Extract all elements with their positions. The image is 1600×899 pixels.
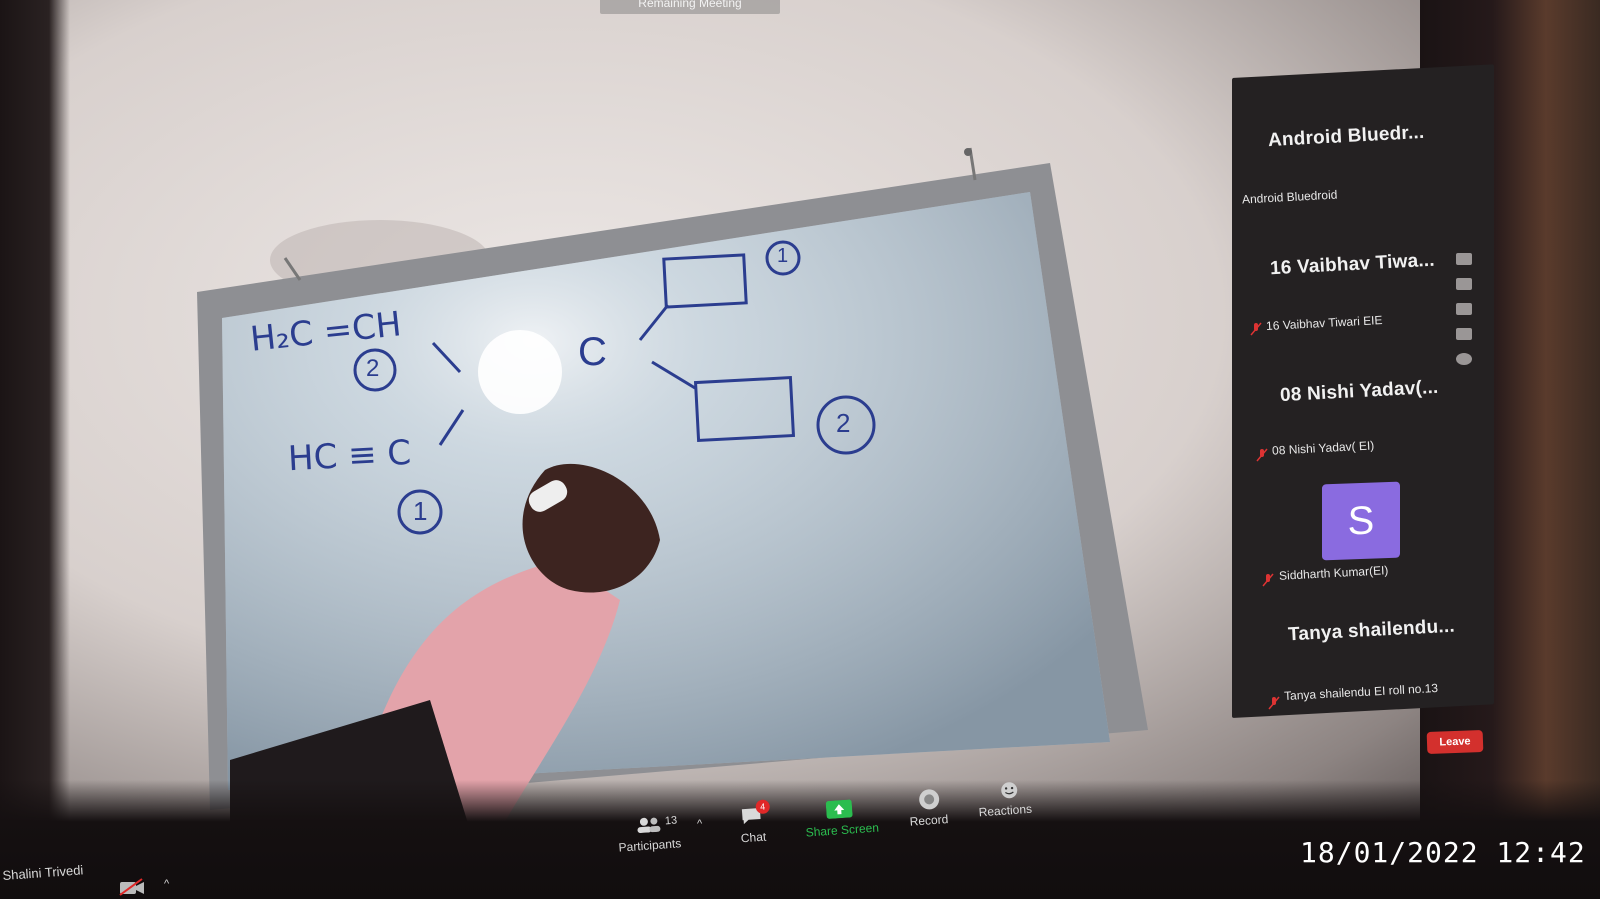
record-icon: [919, 789, 940, 810]
reactions-button[interactable]: Reactions: [976, 774, 1049, 829]
chat-label: Chat: [740, 829, 767, 846]
chat-badge: 4: [755, 799, 771, 815]
participants-label: Participants: [618, 836, 682, 855]
hand-icon[interactable]: [1456, 253, 1472, 265]
share-screen-button[interactable]: Share Screen: [801, 793, 884, 848]
reactions-icon: [1001, 782, 1018, 799]
image-icon[interactable]: [1456, 328, 1472, 340]
box-1-number: 1: [777, 245, 789, 267]
participants-button[interactable]: 13 Participants: [614, 809, 697, 864]
mic-muted-icon: [1262, 573, 1274, 587]
equation-bottom-number: 1: [413, 496, 428, 526]
avatar-siddharth: S: [1322, 481, 1400, 561]
equation-bottom: HC ≡ C: [287, 432, 413, 480]
mic-muted-icon: [1268, 696, 1280, 710]
mic-muted-icon: [1250, 322, 1262, 336]
share-screen-label: Share Screen: [805, 820, 880, 840]
participants-count: 13: [664, 814, 678, 828]
reactions-label: Reactions: [978, 801, 1033, 820]
record-label: Record: [909, 812, 949, 829]
mic-muted-icon: [1256, 448, 1268, 462]
box-2-number: 2: [836, 408, 851, 438]
equation-top-number: 2: [366, 355, 380, 382]
center-atom-label: C: [578, 330, 607, 374]
settings-icon[interactable]: [1456, 353, 1472, 365]
light-glare: [478, 330, 562, 414]
video-muted-icon[interactable]: [118, 878, 146, 896]
chevron-up-icon[interactable]: ^: [164, 878, 169, 890]
share-screen-icon: [825, 799, 853, 819]
camera-icon[interactable]: [1456, 278, 1472, 290]
chevron-up-icon[interactable]: ^: [697, 818, 702, 830]
photo-timestamp: 18/01/2022 12:42: [1300, 836, 1586, 869]
panel-side-toolbar: [1456, 253, 1478, 378]
video-icon[interactable]: [1456, 303, 1472, 315]
chat-button[interactable]: 4 Chat: [733, 798, 786, 851]
leave-button[interactable]: Leave: [1426, 730, 1484, 754]
participants-icon: [637, 817, 661, 834]
record-button[interactable]: Record: [903, 784, 966, 838]
